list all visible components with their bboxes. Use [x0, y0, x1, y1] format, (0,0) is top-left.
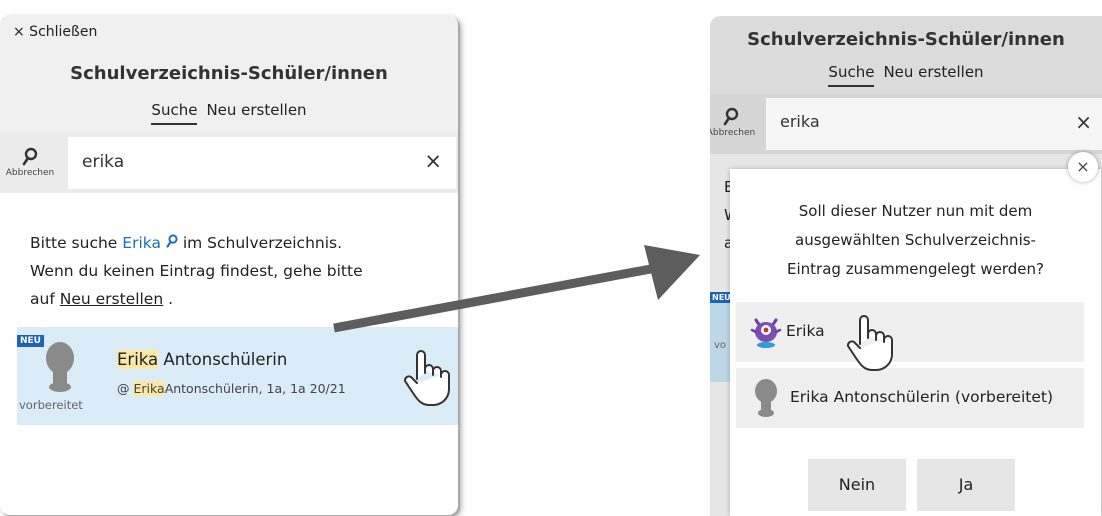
merge-dialog: Soll dieser Nutzer nun mit dem ausgewähl…	[730, 169, 1101, 516]
right-panel: Schulverzeichnis-Schüler/innen Suche Neu…	[710, 16, 1102, 516]
cancel-label: Abbrechen	[5, 168, 55, 178]
panel-header: Schulverzeichnis-Schüler/innen Suche Neu…	[710, 16, 1102, 94]
hint-text: auf	[30, 290, 55, 308]
choice-erika[interactable]: Erika	[736, 302, 1084, 362]
page-title: Schulverzeichnis-Schüler/innen	[747, 29, 1065, 50]
background-row	[710, 294, 730, 382]
question-line: ausgewählten Schulverzeichnis-	[795, 231, 1036, 249]
background-text: vo	[714, 340, 727, 351]
question-line: Soll dieser Nutzer nun mit dem	[798, 202, 1033, 220]
monster-avatar-icon	[750, 318, 782, 348]
avatar: vorbereitet	[17, 335, 99, 423]
result-name: Erika Antonschülerin	[117, 350, 287, 369]
hint-text: .	[168, 290, 174, 308]
clear-search-icon: ×	[1075, 110, 1092, 134]
dialog-close-button[interactable]: ×	[1068, 152, 1098, 182]
search-input: erika ×	[766, 98, 1102, 150]
search-icon	[22, 147, 38, 166]
hand-pointer-icon	[403, 350, 450, 406]
panel-header: × Schließen Schulverzeichnis-Schüler/inn…	[0, 15, 458, 133]
arrow-icon	[333, 245, 700, 333]
close-button[interactable]: × Schließen	[13, 24, 97, 40]
hand-pointer-icon	[846, 315, 893, 371]
search-bar: Abbrechen erika ×	[710, 94, 1102, 154]
create-link[interactable]: Neu erstellen	[60, 290, 163, 308]
question-line: Eintrag zusammengelegt werden?	[787, 260, 1044, 278]
tab-bar: Suche Neu erstellen	[710, 63, 1102, 87]
name-link-label: Erika	[122, 234, 161, 252]
search-icon	[723, 107, 739, 126]
tab-search: Suche	[828, 63, 875, 87]
result-details: @ ErikaAntonschülerin, 1a, 1a 20/21	[117, 381, 346, 396]
page-title: Schulverzeichnis-Schüler/innen	[70, 63, 388, 84]
tab-search[interactable]: Suche	[151, 101, 198, 125]
cancel-search-button: Abbrechen	[710, 107, 756, 138]
search-name-link[interactable]: Erika	[122, 234, 178, 252]
cancel-search-button[interactable]: Abbrechen	[5, 147, 55, 178]
name-rest: Antonschülerin	[163, 350, 288, 369]
search-input[interactable]: erika ×	[68, 137, 456, 189]
avatar-placeholder-icon	[46, 342, 74, 392]
search-value: erika	[780, 112, 820, 131]
search-icon	[166, 234, 178, 248]
choice-erika-antonschuelerin[interactable]: Erika Antonschülerin (vorbereitet)	[736, 368, 1084, 428]
dialog-question: Soll dieser Nutzer nun mit dem ausgewähl…	[730, 197, 1101, 284]
cancel-label: Abbrechen	[710, 128, 756, 138]
sub-highlight: Erika	[133, 381, 165, 396]
yes-button[interactable]: Ja	[917, 459, 1015, 511]
choice-label: Erika	[786, 322, 825, 340]
hint-text: im Schulverzeichnis.	[182, 234, 343, 252]
status-label: vorbereitet	[19, 398, 83, 412]
clear-search-icon[interactable]: ×	[424, 149, 442, 173]
tab-bar: Suche Neu erstellen	[0, 101, 458, 125]
sub-rest: Antonschülerin, 1a, 1a 20/21	[164, 381, 346, 396]
no-button[interactable]: Nein	[808, 459, 906, 511]
search-bar: Abbrechen erika ×	[0, 133, 458, 193]
search-value: erika	[82, 152, 125, 172]
name-highlight: Erika	[117, 350, 159, 369]
tab-create[interactable]: Neu erstellen	[206, 101, 306, 125]
at-prefix: @	[117, 381, 134, 396]
hint-text: Wenn du keinen Eintrag findest, gehe bit…	[30, 262, 363, 280]
hint-text: Bitte suche	[30, 234, 118, 252]
avatar-placeholder-icon	[755, 379, 777, 417]
choice-label: Erika Antonschülerin (vorbereitet)	[790, 388, 1053, 406]
tab-create: Neu erstellen	[883, 63, 984, 81]
